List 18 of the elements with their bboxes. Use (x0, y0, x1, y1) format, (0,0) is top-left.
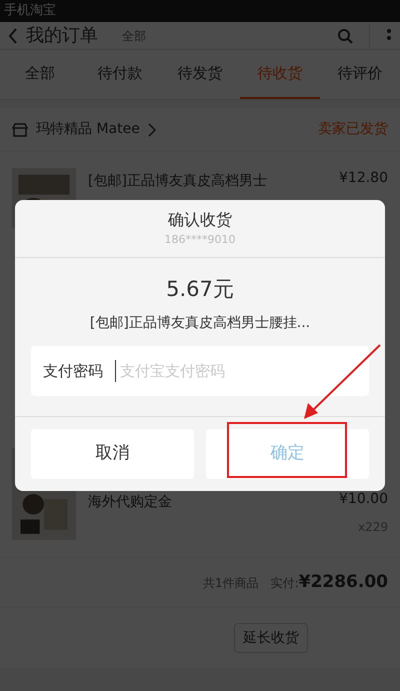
product-title: 海外代购定金 (88, 494, 172, 510)
page-title: 我的订单 (26, 26, 98, 44)
order-tab[interactable]: 待评价 (320, 50, 400, 99)
product-name: [包邮]正品博友真皮高档男士腰挂... (90, 314, 310, 333)
order-tab[interactable]: 待发货 (160, 50, 240, 99)
order-tab[interactable]: 全部 (0, 50, 80, 99)
product-price: ¥10.00 (339, 490, 388, 509)
cancel-button[interactable]: 取消 (31, 429, 194, 479)
order-tab[interactable]: 待付款 (80, 50, 160, 99)
payment-amount: 5.67元 (166, 276, 234, 302)
product-price: ¥12.80 (339, 169, 388, 188)
total-amount: ¥2286.00 (298, 570, 388, 594)
order-status: 卖家已发货 (318, 120, 388, 139)
status-bar-app-name: 手机淘宝 (4, 2, 56, 20)
dialog-title: 确认收货 (168, 209, 232, 231)
product-title: [包邮]正品博友真皮高档男士 (88, 173, 267, 189)
account-number: 186****9010 (164, 232, 236, 248)
field-label: 支付密码 (43, 360, 103, 382)
